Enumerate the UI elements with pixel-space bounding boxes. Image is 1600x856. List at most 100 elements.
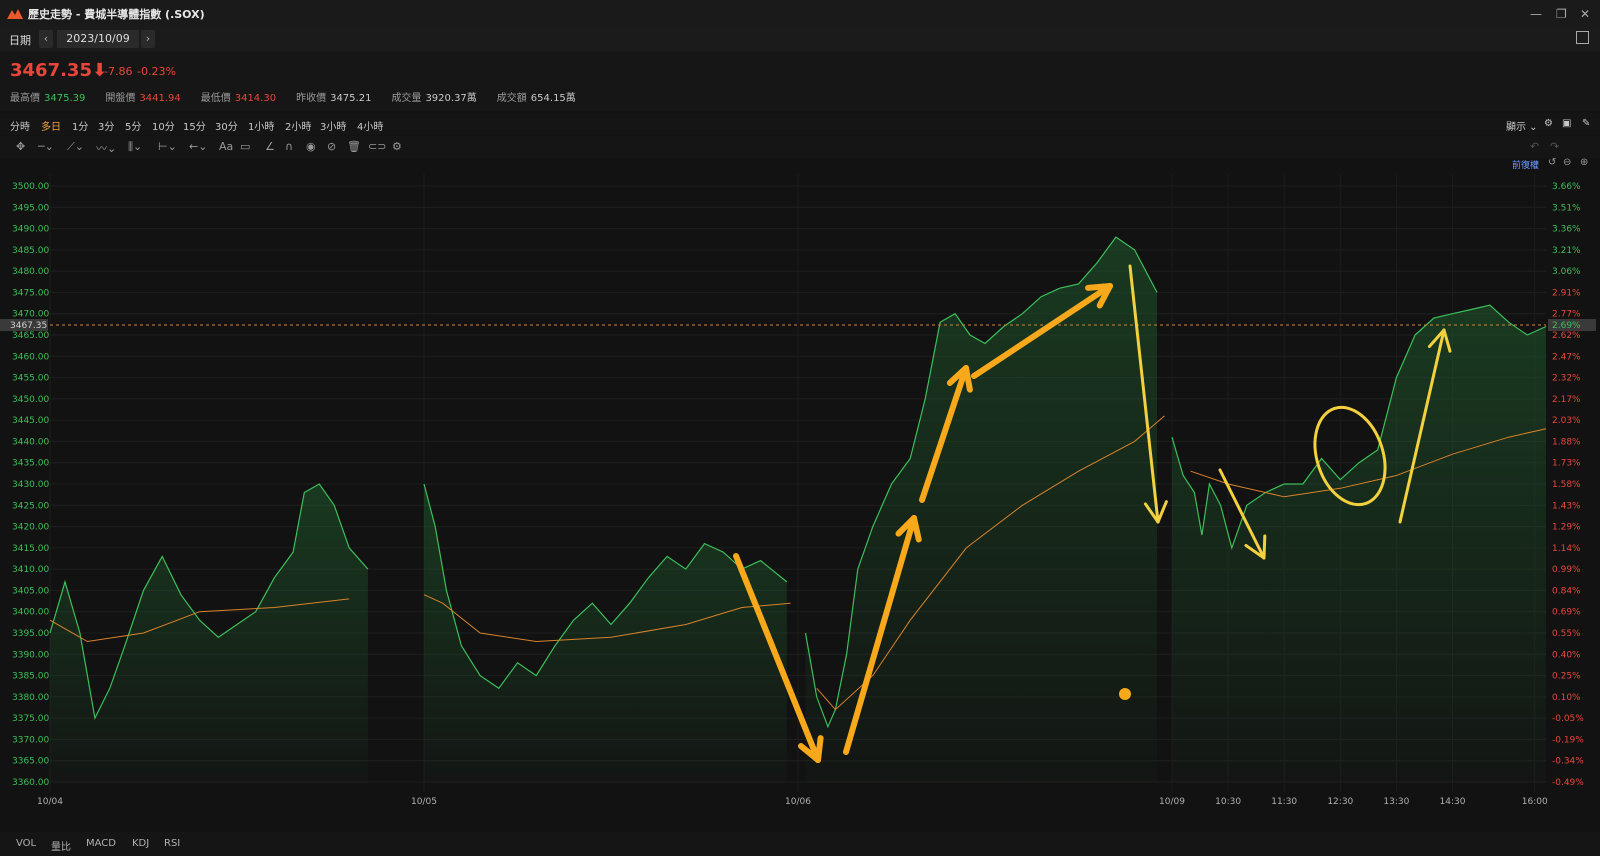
timeframe-tab[interactable]: 4小時 — [357, 118, 383, 133]
annotation-arrow-head — [963, 365, 973, 393]
next-date-button[interactable]: › — [141, 30, 155, 48]
y-pct-tick-label: 2.91% — [1552, 288, 1581, 298]
quote-stat-label: 最高價 — [10, 93, 40, 104]
prev-date-button[interactable]: ‹ — [39, 30, 53, 48]
y-pct-tick-label: 3.66% — [1552, 182, 1581, 192]
text-tool-icon[interactable]: Aa — [219, 140, 233, 153]
y-pct-tick-label: 0.40% — [1552, 650, 1581, 660]
x-tick-label: 10/04 — [37, 797, 63, 807]
x-tick-label: 13:30 — [1383, 797, 1409, 807]
y-pct-tick-label: -0.05% — [1552, 714, 1584, 724]
close-icon[interactable]: ✕ — [1580, 7, 1590, 21]
angle-icon[interactable]: ∠ — [265, 140, 275, 153]
price-change: -7.86 — [104, 65, 133, 78]
quote-stat-value: 3920.37萬 — [425, 93, 477, 104]
y-tick-label: 3490.00 — [12, 225, 49, 235]
indicator-tab[interactable]: KDJ — [132, 838, 149, 849]
timeframe-tab[interactable]: 多日 — [41, 118, 61, 133]
quote-stats: 最高價 3475.39 開盤價 3441.94 最低價 3414.30 昨收價 3475.21… — [10, 89, 596, 104]
quote-stat-value: 3475.39 — [44, 93, 86, 104]
y-pct-tick-label: 0.84% — [1552, 586, 1581, 596]
annotation-dot — [1119, 688, 1131, 700]
indicator-tabs: VOL 量比 MACD KDJ RSI — [0, 832, 1600, 856]
pencil-icon[interactable]: ✎ — [1582, 118, 1590, 129]
chart-canvas[interactable]: 3500.00 3.66% 3495.00 3.51% 3490.00 3.36% 3485… — [0, 158, 1600, 832]
timeframe-tab[interactable]: 3分 — [98, 118, 114, 133]
timeframe-tab[interactable]: 3小時 — [320, 118, 346, 133]
title-bar: 歷史走勢 - 費城半導體指數 (.SOX) — ❐ ✕ — [0, 0, 1600, 27]
timeframe-tab[interactable]: 15分 — [183, 118, 206, 133]
indicator-tab[interactable]: MACD — [86, 838, 116, 849]
undo-icon[interactable]: ↶ — [1530, 140, 1539, 153]
annotation-arrow-head — [1262, 534, 1267, 560]
reset-zoom-icon[interactable]: ↺ — [1548, 157, 1556, 168]
y-pct-tick-label: -0.19% — [1552, 735, 1584, 745]
y-pct-tick-label: 2.03% — [1552, 416, 1581, 426]
restore-icon[interactable]: ❐ — [1556, 7, 1567, 21]
date-label: 日期 — [9, 34, 31, 47]
y-pct-tick-label: 1.73% — [1552, 459, 1581, 469]
measure-tool-icon[interactable]: ⊢⌄ — [158, 140, 177, 153]
y-pct-tick-label: 2.32% — [1552, 374, 1581, 384]
delete-icon[interactable]: 🗑 — [347, 140, 361, 153]
y-tick-label: 3380.00 — [12, 693, 49, 703]
camera-icon[interactable]: ▣ — [1562, 118, 1571, 129]
line-tool-icon[interactable]: ─⌄ — [38, 140, 54, 153]
wave-tool-icon[interactable]: 〰⌄ — [96, 140, 116, 156]
y-tick-label: 3440.00 — [12, 437, 49, 447]
quote-stat-value: 3414.30 — [234, 93, 277, 104]
timeframe-tab[interactable]: 分時 — [10, 118, 30, 133]
link-icon[interactable]: ⊂⊃ — [368, 140, 386, 153]
indicator-tab[interactable]: 量比 — [51, 838, 71, 853]
x-tick-label: 10/09 — [1159, 797, 1185, 807]
hide-icon[interactable]: ⊘ — [327, 140, 336, 153]
price-chart[interactable]: 3500.00 3.66% 3495.00 3.51% 3490.00 3.36% 3485… — [0, 157, 1600, 832]
y-pct-tick-label: 2.77% — [1552, 310, 1581, 320]
panel-toggle-icon[interactable] — [1576, 31, 1589, 44]
y-pct-tick-label: 0.69% — [1552, 608, 1581, 618]
timeframe-tab[interactable]: 10分 — [152, 118, 175, 133]
indicator-tab[interactable]: VOL — [16, 838, 36, 849]
settings-icon[interactable]: ⚙ — [1544, 118, 1553, 129]
move-icon[interactable]: ✥ — [16, 140, 25, 153]
display-menu[interactable]: 顯示 ⌄ — [1506, 118, 1538, 133]
fib-tool-icon[interactable]: ⫼⌄ — [128, 140, 142, 154]
indicator-tab[interactable]: RSI — [164, 838, 180, 849]
tool-settings-icon[interactable]: ⚙ — [392, 140, 402, 153]
comment-icon[interactable]: ▭ — [240, 140, 250, 153]
arrow-tool-icon[interactable]: ←⌄ — [189, 140, 207, 153]
window-title: 歷史走勢 - 費城半導體指數 (.SOX) — [28, 7, 205, 21]
y-pct-tick-label: 1.14% — [1552, 544, 1581, 554]
minimize-icon[interactable]: — — [1530, 7, 1542, 21]
y-tick-label: 3405.00 — [12, 586, 49, 596]
quote-panel: 3467.35⬇ -7.86 -0.23% 最高價 3475.39 開盤價 3441.… — [0, 51, 1600, 111]
timeframe-tab[interactable]: 2小時 — [285, 118, 311, 133]
timeframe-tab[interactable]: 1小時 — [248, 118, 274, 133]
y-tick-label: 3375.00 — [12, 714, 49, 724]
x-tick-label: 10:30 — [1215, 797, 1241, 807]
eye-icon[interactable]: ◉ — [306, 140, 316, 153]
timeframe-tab[interactable]: 5分 — [125, 118, 141, 133]
current-pct-label: 2.69% — [1552, 321, 1581, 331]
y-tick-label: 3395.00 — [12, 629, 49, 639]
zoom-in-icon[interactable]: ⊕ — [1580, 157, 1588, 168]
zoom-out-icon[interactable]: ⊖ — [1563, 157, 1571, 168]
y-pct-tick-label: -0.34% — [1552, 757, 1584, 767]
y-tick-label: 3425.00 — [12, 501, 49, 511]
y-pct-tick-label: 1.88% — [1552, 437, 1581, 447]
y-tick-label: 3485.00 — [12, 246, 49, 256]
adjust-mode-label[interactable]: 前復權 — [1512, 158, 1539, 171]
y-pct-tick-label: 1.29% — [1552, 523, 1581, 533]
timeframe-tab[interactable]: 30分 — [215, 118, 238, 133]
date-input[interactable]: 2023/10/09 — [57, 30, 139, 48]
magnet-icon[interactable]: ∩ — [285, 140, 293, 153]
y-pct-tick-label: 0.10% — [1552, 693, 1581, 703]
trend-tool-icon[interactable]: ⟋⌄ — [67, 140, 84, 154]
y-pct-tick-label: 2.47% — [1552, 352, 1581, 362]
redo-icon[interactable]: ↷ — [1550, 140, 1559, 153]
timeframe-tab[interactable]: 1分 — [72, 118, 88, 133]
last-price: 3467.35⬇ — [10, 60, 108, 81]
y-tick-label: 3435.00 — [12, 459, 49, 469]
y-tick-label: 3475.00 — [12, 288, 49, 298]
y-pct-tick-label: 0.99% — [1552, 565, 1581, 575]
